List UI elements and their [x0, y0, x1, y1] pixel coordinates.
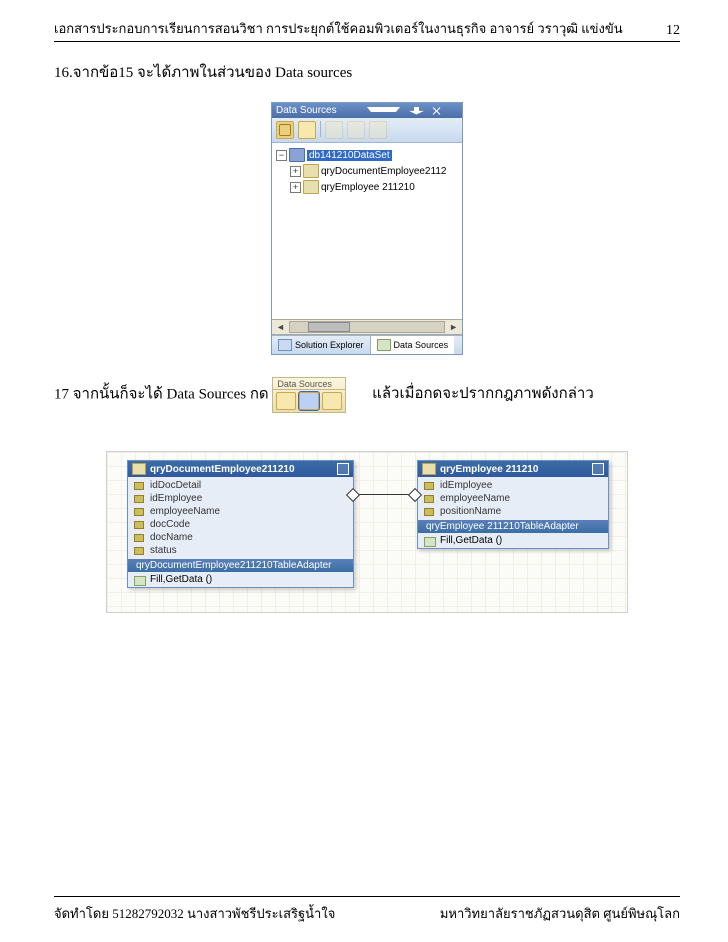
expand-icon[interactable]: + — [290, 166, 301, 177]
entity-title: qryDocumentEmployee211210 — [150, 464, 333, 475]
tree-root-label: db141210DataSet — [307, 150, 392, 161]
paragraph-17-b: แล้วเมื่อกดจะปรากกฎภาพดังกล่าว — [372, 386, 594, 402]
data-sources-panel: Data Sources − db141210Data — [271, 102, 463, 355]
tab-solution-explorer[interactable]: Solution Explorer — [272, 336, 370, 354]
edit-dataset-icon[interactable] — [299, 392, 319, 410]
table-icon — [303, 164, 319, 178]
tab-label: Solution Explorer — [295, 340, 364, 350]
toolbar-icon-3 — [369, 121, 387, 139]
relation-line[interactable] — [353, 494, 415, 507]
adapter-title: qryEmployee 211210TableAdapter — [426, 521, 579, 532]
entity-card[interactable]: qryDocumentEmployee211210 idDocDetail id… — [127, 460, 354, 588]
field-row[interactable]: idEmployee — [128, 492, 353, 505]
add-datasource-icon[interactable] — [276, 121, 294, 139]
entity-header[interactable]: qryDocumentEmployee211210 — [128, 461, 353, 477]
page-footer: จัดทำโดย 51282792032 นางสาวพัชรีประเสริฐ… — [54, 894, 680, 924]
scroll-track[interactable] — [289, 321, 445, 333]
edit-datasource-icon[interactable] — [298, 121, 316, 139]
document-page: เอกสารประกอบการเรียนการสอนวิชา การประยุก… — [0, 0, 728, 942]
paragraph-17: 17 จากนั้นก็จะได้ Data Sources กด Data S… — [54, 377, 680, 413]
panel-tabs: Solution Explorer Data Sources — [272, 335, 462, 354]
entity-icon — [422, 463, 436, 475]
panel-tree: − db141210DataSet + qryDocumentEmployee2… — [272, 143, 462, 319]
panel-title: Data Sources — [276, 105, 367, 116]
tree-node[interactable]: + qryDocumentEmployee2112 — [276, 163, 458, 179]
dropdown-icon[interactable] — [367, 107, 400, 112]
adapter-title: qryDocumentEmployee211210TableAdapter — [136, 560, 332, 571]
entity-header[interactable]: qryEmployee 211210 — [418, 461, 608, 477]
toolbar-icon-1 — [325, 121, 343, 139]
adapter-method[interactable]: Fill,GetData () — [418, 533, 608, 548]
horizontal-scrollbar[interactable]: ◄ ► — [272, 319, 462, 335]
field-row[interactable]: positionName — [418, 505, 608, 518]
field-row[interactable]: docName — [128, 531, 353, 544]
header-rule — [54, 41, 680, 42]
header-text: เอกสารประกอบการเรียนการสอนวิชา การประยุก… — [54, 18, 654, 39]
inline-toolbar-label: Data Sources — [273, 378, 345, 389]
pin-icon[interactable] — [404, 107, 429, 115]
footer-rule — [54, 896, 680, 897]
field-row[interactable]: docCode — [128, 518, 353, 531]
tab-data-sources[interactable]: Data Sources — [370, 336, 455, 354]
panel-toolbar — [272, 118, 462, 143]
toolbar-separator — [320, 121, 321, 137]
scroll-thumb[interactable] — [308, 322, 350, 332]
page-number: 12 — [666, 23, 680, 39]
tree-node-root[interactable]: − db141210DataSet — [276, 147, 458, 163]
collapse-icon[interactable]: − — [276, 150, 287, 161]
tree-node[interactable]: + qryEmployee 211210 — [276, 179, 458, 195]
entity-icon — [132, 463, 146, 475]
adapter-header[interactable]: qryEmployee 211210TableAdapter — [418, 520, 608, 533]
field-row[interactable]: status — [128, 544, 353, 557]
scroll-right-icon[interactable]: ► — [445, 322, 462, 332]
paragraph-16: 16.จากข้อ15 จะได้ภาพในส่วนของ Data sourc… — [54, 60, 680, 84]
close-icon[interactable] — [433, 107, 458, 115]
toolbar-icon-2 — [347, 121, 365, 139]
adapter-header[interactable]: qryDocumentEmployee211210TableAdapter — [128, 559, 353, 572]
dataset-icon — [289, 148, 305, 162]
field-row[interactable]: employeeName — [418, 492, 608, 505]
inline-toolbar: Data Sources — [272, 377, 346, 413]
entity-fields: idDocDetail idEmployee employeeName docC… — [128, 477, 353, 559]
tab-label: Data Sources — [394, 340, 449, 350]
entity-fields: idEmployee employeeName positionName — [418, 477, 608, 520]
panel-titlebar[interactable]: Data Sources — [272, 103, 462, 118]
page-header: เอกสารประกอบการเรียนการสอนวิชา การประยุก… — [54, 18, 680, 39]
toolbar-icon[interactable] — [322, 392, 342, 410]
field-row[interactable]: idEmployee — [418, 479, 608, 492]
entity-card[interactable]: qryEmployee 211210 idEmployee employeeNa… — [417, 460, 609, 549]
entity-title: qryEmployee 211210 — [440, 464, 588, 475]
tree-item-label: qryDocumentEmployee2112 — [321, 166, 446, 177]
footer-left: จัดทำโดย 51282792032 นางสาวพัชรีประเสริฐ… — [54, 903, 440, 924]
toolbar-icon[interactable] — [276, 392, 296, 410]
collapse-entity-icon[interactable] — [592, 463, 604, 475]
field-row[interactable]: idDocDetail — [128, 479, 353, 492]
paragraph-17-a: 17 จากนั้นก็จะได้ Data Sources กด — [54, 386, 269, 402]
scroll-left-icon[interactable]: ◄ — [272, 322, 289, 332]
expand-icon[interactable]: + — [290, 182, 301, 193]
solution-explorer-icon — [278, 339, 292, 351]
footer-right: มหาวิทยาลัยราชภัฏสวนดุสิต ศูนย์พิษณุโลก — [440, 903, 680, 924]
dataset-designer[interactable]: qryDocumentEmployee211210 idDocDetail id… — [106, 451, 628, 613]
field-row[interactable]: employeeName — [128, 505, 353, 518]
collapse-entity-icon[interactable] — [337, 463, 349, 475]
adapter-method[interactable]: Fill,GetData () — [128, 572, 353, 587]
tree-item-label: qryEmployee 211210 — [321, 182, 415, 193]
data-sources-icon — [377, 339, 391, 351]
table-icon — [303, 180, 319, 194]
